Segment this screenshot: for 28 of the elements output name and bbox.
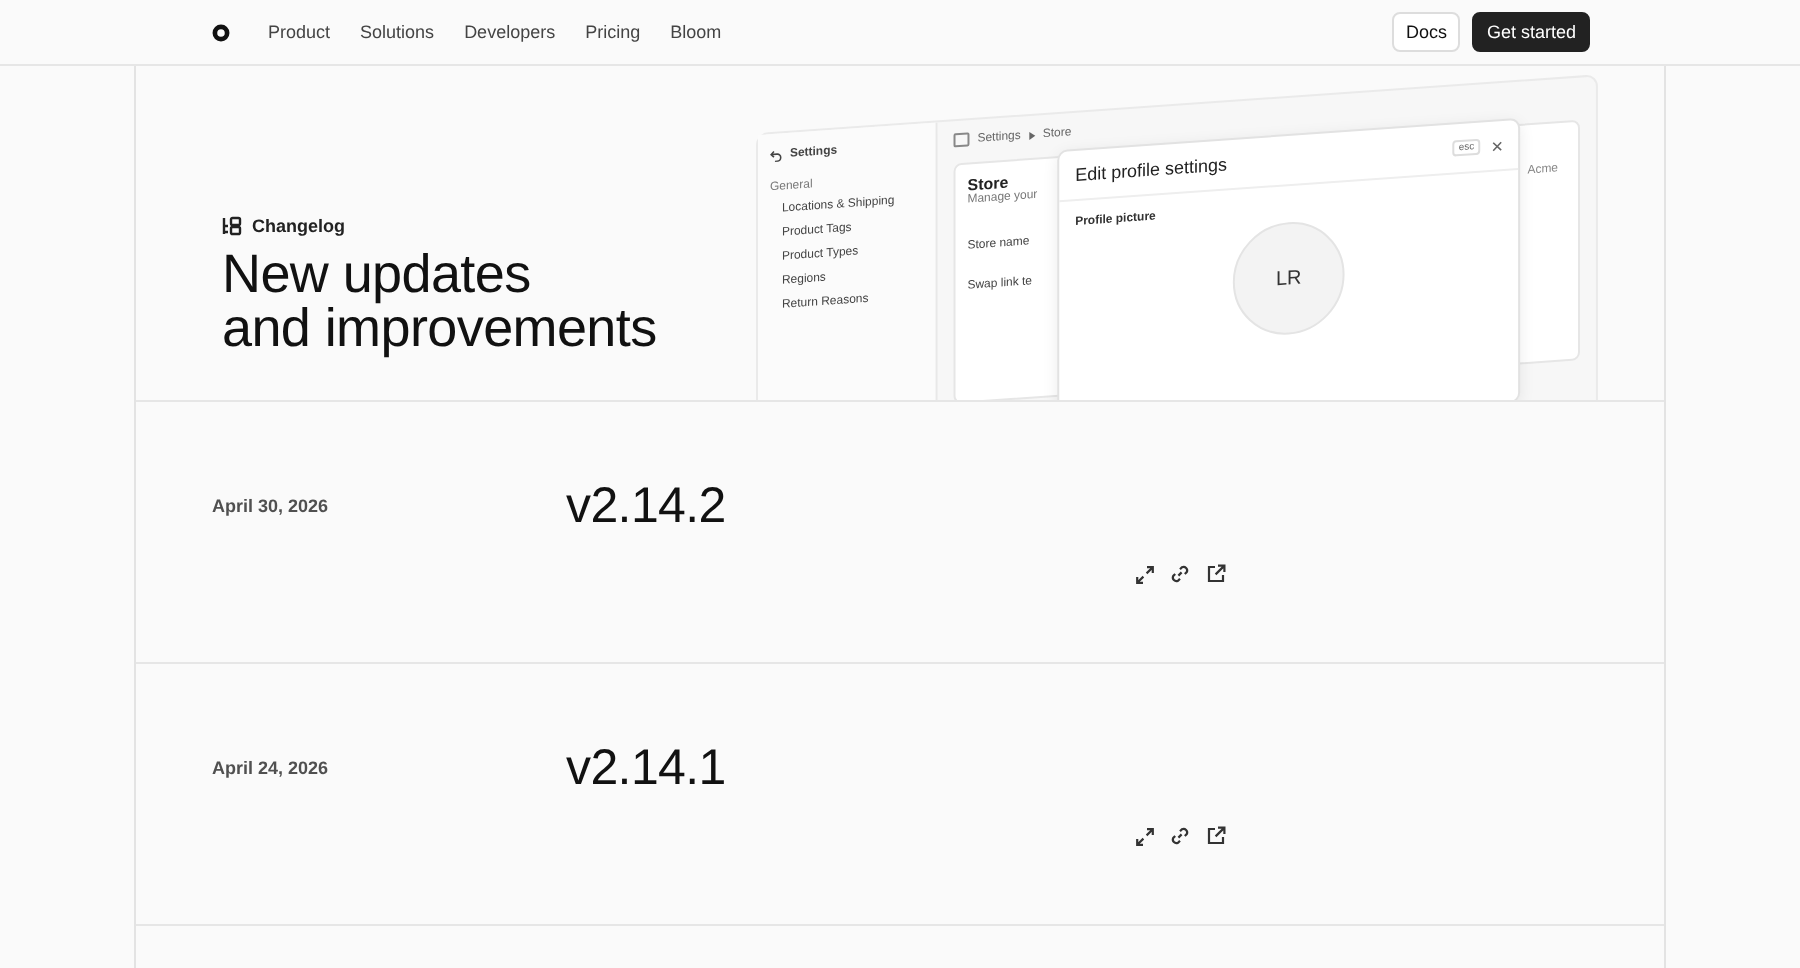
docs-button[interactable]: Docs <box>1391 12 1461 52</box>
link-icon[interactable] <box>1170 826 1190 846</box>
chevron-icon <box>1028 130 1035 140</box>
close-icon <box>1492 140 1503 151</box>
dialog-title: Edit profile settings <box>1075 154 1227 185</box>
external-link-icon[interactable] <box>1206 564 1226 584</box>
expand-icon[interactable] <box>1136 827 1154 845</box>
external-link-icon[interactable] <box>1206 826 1226 846</box>
get-started-button[interactable]: Get started <box>1472 12 1590 52</box>
store-title: Store <box>967 173 1009 195</box>
link-icon[interactable] <box>1170 564 1190 584</box>
avatar-circle: LR <box>1232 218 1345 339</box>
expand-icon[interactable] <box>1136 565 1154 583</box>
nav-link[interactable]: Developers <box>464 22 556 42</box>
version-title: v2.14.2 <box>566 478 728 536</box>
changelog-label: Changelog <box>252 216 345 236</box>
nav-link[interactable]: Bloom <box>670 22 722 42</box>
nav-link[interactable]: Product <box>268 22 331 42</box>
nav-link[interactable]: Solutions <box>360 22 435 42</box>
page-heading: New updates and improvements <box>222 248 659 356</box>
release-date: April 30, 2026 <box>212 494 331 520</box>
back-arrow-icon <box>769 149 782 163</box>
changelog-icon <box>222 216 242 236</box>
version-title: v2.14.1 <box>566 740 728 798</box>
sidebar-toggle-icon <box>953 132 970 148</box>
release-date: April 24, 2026 <box>212 756 331 782</box>
logo-ring-icon[interactable] <box>212 23 230 41</box>
nav-link[interactable]: Pricing <box>585 22 641 42</box>
